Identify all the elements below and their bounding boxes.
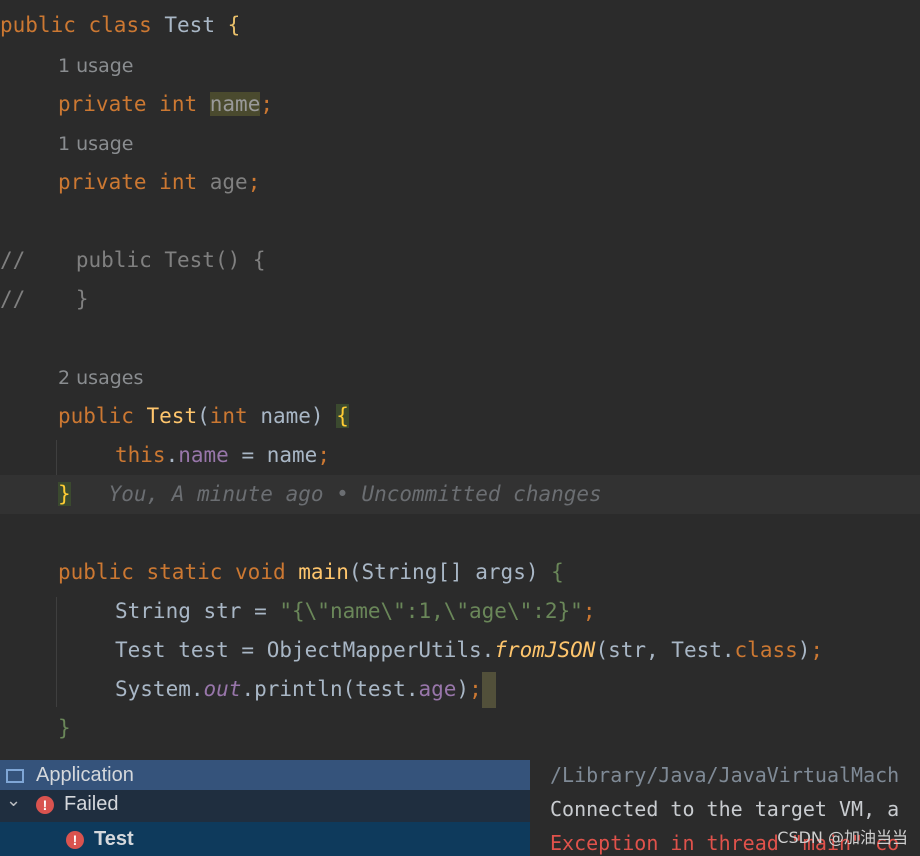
keyword: int — [159, 170, 198, 194]
method-name: fromJSON — [494, 638, 596, 662]
tree-item-failed[interactable]: ⌄ ! Failed — [0, 789, 530, 819]
usage-hint[interactable]: 1 usage — [58, 54, 133, 78]
brace: { — [551, 560, 564, 584]
brace: { — [336, 404, 349, 428]
method-name: main — [298, 560, 349, 584]
param: name — [247, 404, 311, 428]
tree-item-label: Failed — [64, 793, 119, 815]
method-name: Test — [146, 404, 198, 428]
semicolon: ; — [810, 638, 824, 662]
declaration: String str = — [115, 599, 280, 623]
paren: ) — [310, 404, 324, 428]
keyword: class — [734, 638, 798, 662]
object: System. — [115, 677, 204, 701]
application-icon — [6, 768, 24, 783]
keyword: void — [235, 560, 286, 584]
code-line-main-2[interactable]: Test test = ObjectMapperUtils.fromJSON(s… — [115, 631, 823, 670]
tree-item-label: Application — [36, 764, 134, 786]
keyword: int — [159, 92, 198, 116]
semicolon: ; — [260, 92, 273, 116]
code-line-ctor-close[interactable]: } You, A minute ago • Uncommitted change… — [58, 475, 602, 514]
error-icon: ! — [36, 795, 54, 814]
dot: . — [165, 443, 179, 467]
comment-marker: // — [0, 287, 26, 311]
semicolon: ; — [247, 170, 261, 194]
chevron-down-icon[interactable]: ⌄ — [6, 785, 21, 815]
class-name: Test — [164, 13, 215, 37]
code-editor[interactable]: public class Test { 1 usage private int … — [0, 0, 920, 760]
declaration: Test test = ObjectMapperUtils. — [115, 638, 495, 662]
indent-guide — [56, 597, 57, 707]
paren: ) — [456, 677, 470, 701]
keyword: static — [146, 560, 223, 584]
keyword: public — [58, 404, 134, 428]
keyword: this — [115, 443, 166, 467]
test-results-tree: Application ⌄ ! Failed ! Test — [0, 760, 530, 856]
field-name: name — [209, 92, 261, 116]
console-line: Connected to the target VM, a — [550, 797, 900, 821]
usage-hint[interactable]: 2 usages — [58, 366, 143, 390]
code-line-main-1[interactable]: String str = "{\"name\":1,\"age\":2}"; — [115, 592, 595, 631]
commented-code: } — [75, 287, 89, 311]
string-literal: "{\"name\":1,\"age\":2}" — [279, 599, 583, 623]
tree-item-application[interactable]: Application — [0, 760, 530, 790]
tree-item-label: Test — [94, 828, 134, 850]
console-line: /Library/Java/JavaVirtualMach — [550, 763, 900, 787]
commented-code: public Test() { — [75, 248, 266, 272]
code-line-main-close[interactable]: } — [58, 709, 71, 748]
keyword: private — [58, 170, 147, 194]
text-caret — [481, 672, 496, 708]
run-panel: Application ⌄ ! Failed ! Test /Library/J… — [0, 760, 920, 856]
indent-guide — [56, 440, 57, 475]
arguments: (str, Test. — [595, 638, 735, 662]
code-line-ctor-body[interactable]: this.name = name; — [115, 436, 330, 475]
keyword: private — [58, 92, 147, 116]
semicolon: ; — [317, 443, 330, 467]
field-name: age — [209, 170, 248, 194]
keyword: int — [209, 404, 248, 428]
params: (String[] args) — [348, 560, 539, 584]
usage-hint[interactable]: 1 usage — [58, 132, 133, 156]
code-line-class-decl[interactable]: public class Test { — [0, 6, 240, 45]
assignment: = name — [228, 443, 318, 467]
semicolon: ; — [469, 677, 482, 701]
error-icon: ! — [66, 830, 84, 849]
git-blame-annotation[interactable]: You, A minute ago • Uncommitted changes — [109, 482, 602, 506]
paren: ) — [797, 638, 811, 662]
static-field: out — [203, 677, 242, 701]
code-line-commented-ctor[interactable]: // public Test() { — [0, 241, 266, 280]
keyword: public — [0, 13, 76, 37]
code-line-field-age[interactable]: private int age; — [58, 163, 260, 202]
field-name: name — [178, 443, 229, 467]
keyword: public — [58, 560, 134, 584]
keyword: class — [88, 13, 152, 37]
brace: { — [227, 13, 241, 37]
paren: ( — [197, 404, 210, 428]
code-line-ctor-decl[interactable]: public Test(int name) { — [58, 397, 349, 436]
method-call: .println(test. — [241, 677, 419, 701]
brace: } — [58, 482, 71, 506]
code-line-commented-ctor-close[interactable]: // } — [0, 280, 89, 319]
field-name: age — [418, 677, 457, 701]
code-line-main-3[interactable]: System.out.println(test.age); — [115, 670, 496, 709]
watermark: CSDN @加油当当 — [777, 828, 908, 847]
code-line-main-decl[interactable]: public static void main(String[] args) { — [58, 553, 564, 592]
semicolon: ; — [582, 599, 596, 623]
comment-marker: // — [0, 248, 26, 272]
code-line-field-name[interactable]: private int name; — [58, 85, 273, 124]
tree-item-test[interactable]: ! Test — [0, 822, 530, 856]
